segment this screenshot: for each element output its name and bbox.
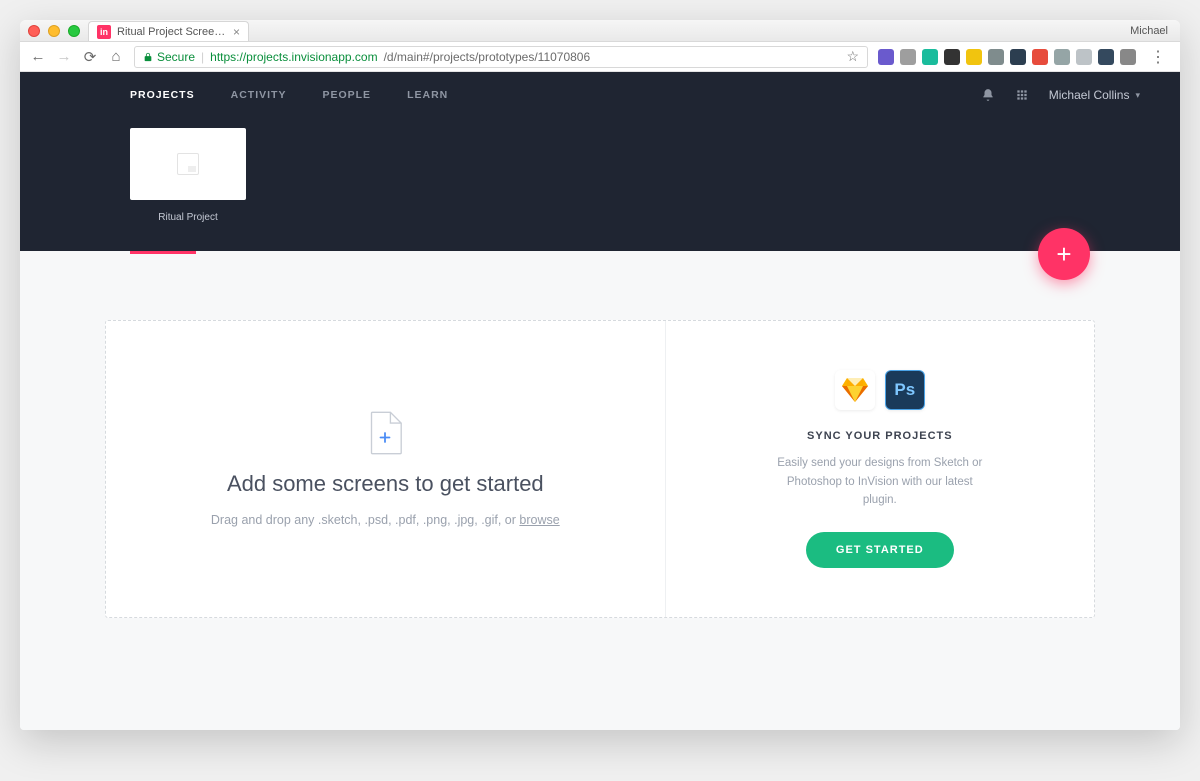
extension-icon[interactable] bbox=[1010, 49, 1026, 65]
extension-icon[interactable] bbox=[922, 49, 938, 65]
app-nav: PROJECTS ACTIVITY PEOPLE LEARN Michael C… bbox=[20, 72, 1180, 118]
chrome-profile-label[interactable]: Michael bbox=[1130, 25, 1168, 37]
nav-projects[interactable]: PROJECTS bbox=[130, 89, 195, 101]
tab-close-button[interactable]: × bbox=[233, 26, 240, 38]
extension-icon[interactable] bbox=[988, 49, 1004, 65]
titlebar: in Ritual Project Screens - InVisio × Mi… bbox=[20, 20, 1180, 42]
tab-strip: in Ritual Project Screens - InVisio × bbox=[88, 20, 249, 41]
dropzone-upload-area[interactable]: Add some screens to get started Drag and… bbox=[106, 321, 666, 617]
extension-icon[interactable] bbox=[966, 49, 982, 65]
browse-link[interactable]: browse bbox=[519, 513, 559, 527]
url-path: /d/main#/projects/prototypes/11070806 bbox=[384, 50, 591, 64]
project-thumbnail bbox=[130, 128, 246, 200]
url-host: https://projects.invisionapp.com bbox=[210, 50, 377, 64]
maximize-window-button[interactable] bbox=[68, 25, 80, 37]
page-content: PROJECTS ACTIVITY PEOPLE LEARN Michael C… bbox=[20, 72, 1180, 730]
app-logos: Ps bbox=[835, 370, 925, 410]
extension-icon[interactable] bbox=[878, 49, 894, 65]
sync-panel: Ps SYNC YOUR PROJECTS Easily send your d… bbox=[666, 321, 1094, 617]
app-header: PROJECTS ACTIVITY PEOPLE LEARN Michael C… bbox=[20, 72, 1180, 251]
sync-description: Easily send your designs from Sketch or … bbox=[770, 454, 990, 509]
extension-icon[interactable] bbox=[1098, 49, 1114, 65]
window-controls bbox=[28, 25, 80, 37]
dropzone-title: Add some screens to get started bbox=[227, 471, 544, 497]
back-button[interactable]: ← bbox=[30, 48, 46, 65]
nav-right: Michael Collins ▾ bbox=[981, 88, 1140, 102]
photoshop-logo-icon: Ps bbox=[885, 370, 925, 410]
extension-icon[interactable] bbox=[1032, 49, 1048, 65]
get-started-button[interactable]: GET STARTED bbox=[806, 532, 954, 568]
sync-title: SYNC YOUR PROJECTS bbox=[807, 430, 953, 442]
extension-icon[interactable] bbox=[944, 49, 960, 65]
dropzone-subtitle-text: Drag and drop any .sketch, .psd, .pdf, .… bbox=[211, 513, 520, 527]
sketch-logo-icon bbox=[835, 370, 875, 410]
user-menu[interactable]: Michael Collins ▾ bbox=[1049, 88, 1140, 102]
extension-icon[interactable] bbox=[1054, 49, 1070, 65]
user-name: Michael Collins bbox=[1049, 88, 1130, 102]
tab-title: Ritual Project Screens - InVisio bbox=[117, 26, 227, 38]
image-placeholder-icon bbox=[177, 153, 199, 175]
project-name: Ritual Project bbox=[130, 212, 246, 223]
notifications-icon[interactable] bbox=[981, 88, 995, 102]
extension-icon[interactable] bbox=[1120, 49, 1136, 65]
add-fab-button[interactable]: + bbox=[1038, 228, 1090, 280]
home-button[interactable]: ⌂ bbox=[108, 48, 124, 65]
extension-icon[interactable] bbox=[1076, 49, 1092, 65]
app-body: + Add some screens to get started Drag a… bbox=[20, 254, 1180, 730]
apps-grid-icon[interactable] bbox=[1015, 88, 1029, 102]
project-card[interactable]: Ritual Project bbox=[130, 128, 246, 223]
browser-toolbar: ← → ⟳ ⌂ Secure | https://projects.invisi… bbox=[20, 42, 1180, 72]
extension-icons bbox=[878, 49, 1136, 65]
project-row: Ritual Project bbox=[20, 118, 1180, 251]
browser-tab[interactable]: in Ritual Project Screens - InVisio × bbox=[88, 21, 249, 41]
browser-window: in Ritual Project Screens - InVisio × Mi… bbox=[20, 20, 1180, 730]
chevron-down-icon: ▾ bbox=[1135, 90, 1140, 101]
dropzone-subtitle: Drag and drop any .sketch, .psd, .pdf, .… bbox=[211, 513, 560, 527]
secure-indicator: Secure bbox=[143, 50, 195, 64]
nav-people[interactable]: PEOPLE bbox=[322, 89, 371, 101]
lock-icon bbox=[143, 52, 153, 62]
nav-links: PROJECTS ACTIVITY PEOPLE LEARN bbox=[130, 89, 448, 101]
minimize-window-button[interactable] bbox=[48, 25, 60, 37]
browser-menu-button[interactable]: ⋮ bbox=[1146, 47, 1170, 67]
secure-label: Secure bbox=[157, 50, 195, 64]
extension-icon[interactable] bbox=[900, 49, 916, 65]
reload-button[interactable]: ⟳ bbox=[82, 48, 98, 66]
nav-activity[interactable]: ACTIVITY bbox=[231, 89, 287, 101]
address-bar[interactable]: Secure | https://projects.invisionapp.co… bbox=[134, 46, 868, 68]
tab-favicon: in bbox=[97, 25, 111, 39]
close-window-button[interactable] bbox=[28, 25, 40, 37]
bookmark-star-icon[interactable]: ☆ bbox=[846, 48, 859, 65]
forward-button: → bbox=[56, 48, 72, 65]
nav-learn[interactable]: LEARN bbox=[407, 89, 448, 101]
file-add-icon bbox=[367, 411, 403, 455]
dropzone[interactable]: Add some screens to get started Drag and… bbox=[105, 320, 1095, 618]
